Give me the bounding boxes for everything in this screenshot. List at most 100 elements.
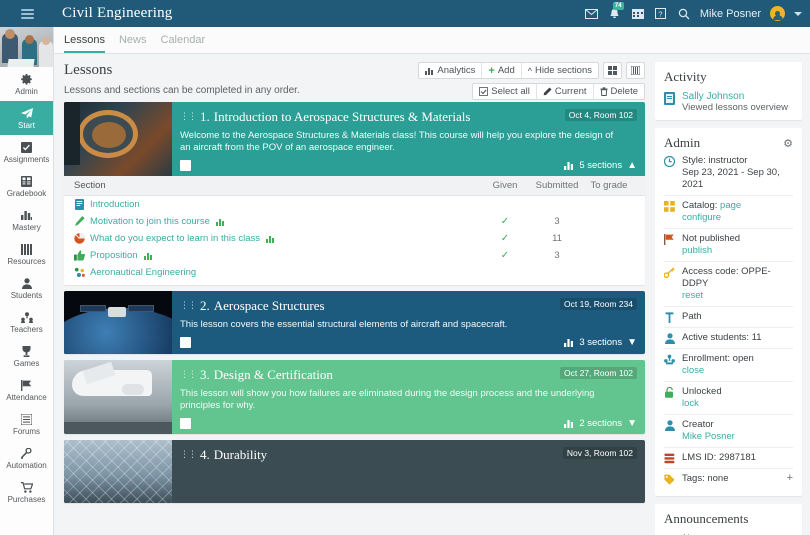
sections-table: Section Given Submitted To grade Introductio…: [64, 176, 645, 285]
lesson-select-checkbox[interactable]: [180, 160, 191, 171]
sidebar-item-assignments[interactable]: Assignments: [0, 135, 53, 169]
section-name-cell[interactable]: What do you expect to learn in this clas…: [74, 233, 479, 244]
drag-handle-icon[interactable]: ⋮⋮: [180, 450, 197, 460]
sidebar-item-purchases[interactable]: Purchases: [0, 475, 53, 509]
search-icon[interactable]: [677, 7, 691, 21]
avatar[interactable]: [770, 6, 785, 21]
chevron-up-icon: ^: [527, 65, 532, 76]
gear-icon: [21, 73, 32, 86]
analytics-button[interactable]: Analytics: [419, 63, 483, 78]
database-icon: [664, 453, 675, 464]
current-button[interactable]: Current: [536, 84, 594, 99]
section-row[interactable]: Aeronautical Engineering: [64, 264, 645, 281]
admin-row-link[interactable]: publish: [682, 245, 712, 256]
thumbs-up-icon: [74, 250, 85, 261]
section-name-cell[interactable]: Aeronautical Engineering: [74, 267, 479, 278]
sidebar-classroom-photo: [0, 27, 53, 67]
drag-handle-icon[interactable]: ⋮⋮: [180, 301, 197, 311]
admin-row-text: LMS ID: 2987181: [682, 452, 756, 463]
lesson-description: This lesson will show you how failures a…: [180, 388, 595, 411]
admin-row: Path: [664, 307, 793, 328]
tab-news[interactable]: News: [119, 34, 147, 53]
select-all-button[interactable]: Select all: [473, 84, 537, 99]
sidebar-item-forums[interactable]: Forums: [0, 407, 53, 441]
chevron-up-icon[interactable]: ▲: [627, 160, 637, 171]
hamburger-menu-button[interactable]: [0, 0, 54, 27]
drag-handle-icon[interactable]: ⋮⋮: [180, 112, 197, 122]
sidebar-item-admin[interactable]: Admin: [0, 67, 53, 101]
section-name-cell[interactable]: Introduction: [74, 199, 479, 210]
section-name-cell[interactable]: Proposition: [74, 250, 479, 261]
lesson-card: ⋮⋮ 3. Design & Certification Oct 27, Room 1…: [64, 360, 645, 434]
sidebar-item-label: Automation: [6, 460, 47, 470]
bell-icon[interactable]: 74: [608, 1, 624, 21]
mail-icon[interactable]: [585, 7, 599, 21]
hide-sections-button[interactable]: ^ Hide sections: [521, 63, 598, 78]
tab-lessons[interactable]: Lessons: [64, 34, 105, 53]
add-tag-button[interactable]: +: [787, 473, 793, 484]
drag-handle-icon[interactable]: ⋮⋮: [180, 370, 197, 380]
sidebar-item-mastery[interactable]: Mastery: [0, 203, 53, 237]
admin-row-inline-link[interactable]: page: [720, 200, 741, 211]
add-button[interactable]: + Add: [482, 63, 522, 78]
admin-row-link[interactable]: Mike Posner: [682, 431, 735, 442]
delete-button[interactable]: Delete: [593, 84, 644, 99]
calendar-icon[interactable]: [631, 7, 645, 21]
help-icon[interactable]: ?: [654, 7, 668, 21]
tab-calendar[interactable]: Calendar: [161, 34, 206, 53]
gear-icon[interactable]: ⚙: [783, 137, 793, 150]
admin-row: Creator Mike Posner: [664, 415, 793, 448]
admin-row-link[interactable]: close: [682, 365, 704, 376]
navbar-actions: 74 ? Mike Posner: [585, 1, 810, 21]
right-rail: Activity Sally Johnson Viewed lessons ov…: [655, 54, 810, 535]
admin-row-link[interactable]: reset: [682, 290, 703, 301]
sidebar-item-attendance[interactable]: Attendance: [0, 373, 53, 407]
unlock-icon: [664, 387, 675, 398]
app-root: Civil Engineering 74 ? Mike Posner Admin…: [0, 0, 810, 535]
col-tograde: To grade: [590, 180, 628, 191]
section-name-cell[interactable]: Motivation to join this course: [74, 216, 479, 227]
lesson-body: ⋮⋮ 1. Introduction to Aerospace Structures…: [172, 102, 645, 176]
sidebar-item-start[interactable]: Start: [0, 101, 53, 135]
lesson-header: ⋮⋮ 3. Design & Certification Oct 27, Room 1…: [64, 360, 645, 434]
tab-bar: Lessons News Calendar: [54, 27, 810, 54]
sidebar-item-students[interactable]: Students: [0, 271, 53, 305]
lesson-date-badge: Oct 4, Room 102: [564, 109, 637, 121]
list-view-icon[interactable]: [626, 62, 645, 79]
section-chart-icon[interactable]: [265, 233, 276, 244]
bar-chart-icon[interactable]: [564, 338, 574, 347]
sidebar-item-automation[interactable]: Automation: [0, 441, 53, 475]
section-chart-icon[interactable]: [215, 216, 226, 227]
grid-view-icon[interactable]: [603, 62, 622, 79]
bar-chart-icon[interactable]: [564, 161, 574, 170]
sidebar-item-games[interactable]: Games: [0, 339, 53, 373]
lesson-card: ⋮⋮ 1. Introduction to Aerospace Structures…: [64, 102, 645, 285]
satellite-photo: [64, 291, 172, 354]
chevron-down-icon[interactable]: ▼: [627, 337, 637, 348]
activity-user[interactable]: Sally Johnson: [682, 91, 788, 102]
sidebar-item-gradebook[interactable]: Gradebook: [0, 169, 53, 203]
chevron-down-icon[interactable]: ▼: [627, 418, 637, 429]
bar-chart-icon[interactable]: [564, 419, 574, 428]
admin-row-text: Unlocked: [682, 386, 722, 397]
user-name-label[interactable]: Mike Posner: [700, 8, 761, 20]
sidebar-item-teachers[interactable]: Teachers: [0, 305, 53, 339]
check-icon: ✓: [500, 216, 510, 227]
sidebar-item-resources[interactable]: Resources: [0, 237, 53, 271]
section-row[interactable]: Introduction: [64, 196, 645, 213]
admin-row-link[interactable]: lock: [682, 398, 699, 409]
key-icon: [664, 267, 675, 278]
lesson-body: ⋮⋮ 4. Durability Nov 3, Room 102: [172, 440, 645, 503]
lesson-select-checkbox[interactable]: [180, 418, 191, 429]
section-row[interactable]: Motivation to join this course ✓ 3: [64, 213, 645, 230]
section-chart-icon[interactable]: [143, 250, 154, 261]
sidebar-item-label: Students: [10, 290, 43, 300]
lesson-select-checkbox[interactable]: [180, 337, 191, 348]
chevron-down-icon[interactable]: [794, 11, 802, 16]
section-label: Proposition: [90, 250, 138, 261]
document-icon: [74, 199, 85, 210]
section-row[interactable]: What do you expect to learn in this clas…: [64, 230, 645, 247]
group-icon: [74, 267, 85, 278]
section-row[interactable]: Proposition ✓ 3: [64, 247, 645, 264]
admin-row-link[interactable]: configure: [682, 212, 721, 223]
